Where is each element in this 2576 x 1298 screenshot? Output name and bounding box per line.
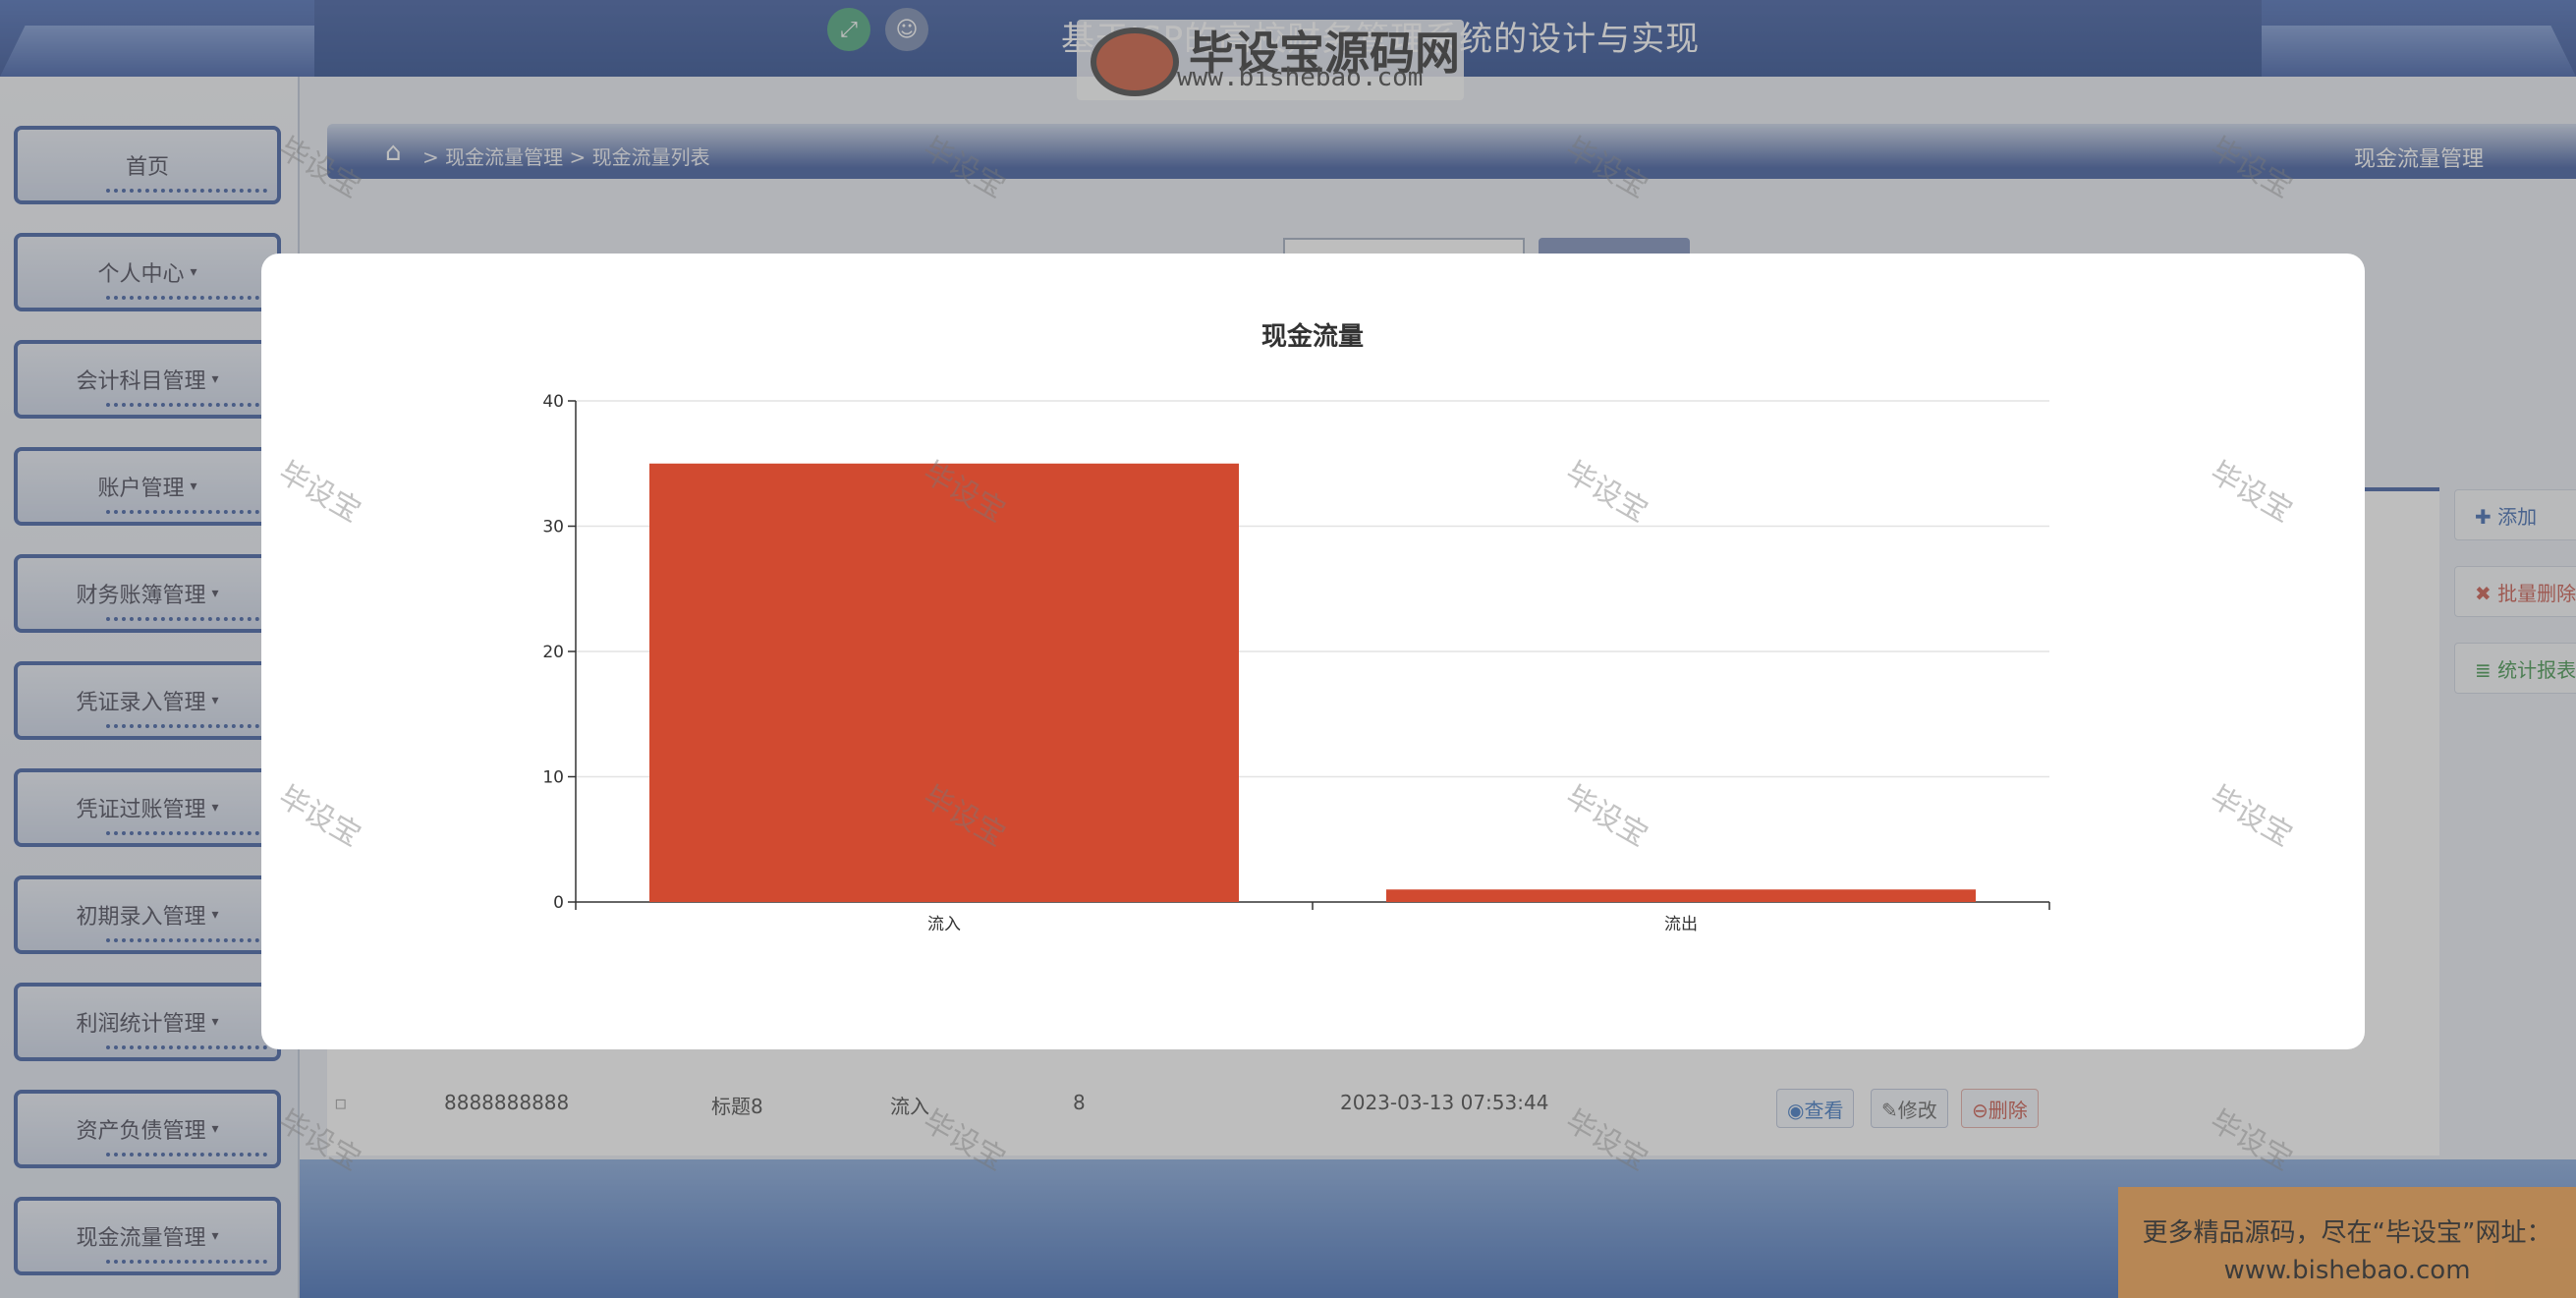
y-tick-label: 20 [542,643,564,662]
bar-流入 [649,463,1239,902]
y-tick-label: 0 [553,893,564,913]
y-tick-label: 30 [542,518,564,537]
cash-flow-chart: 现金流量 0 10 20 30 40 流入 流出 [542,321,2050,934]
y-tick-label: 40 [542,392,564,412]
x-tick-label: 流入 [927,915,961,934]
chart-modal: 现金流量 0 10 20 30 40 流入 流出 [261,254,2365,1049]
bar-流出 [1386,889,1976,902]
x-tick-label: 流出 [1664,915,1698,934]
y-tick-label: 10 [542,768,564,788]
chart-title: 现金流量 [1261,321,1364,352]
